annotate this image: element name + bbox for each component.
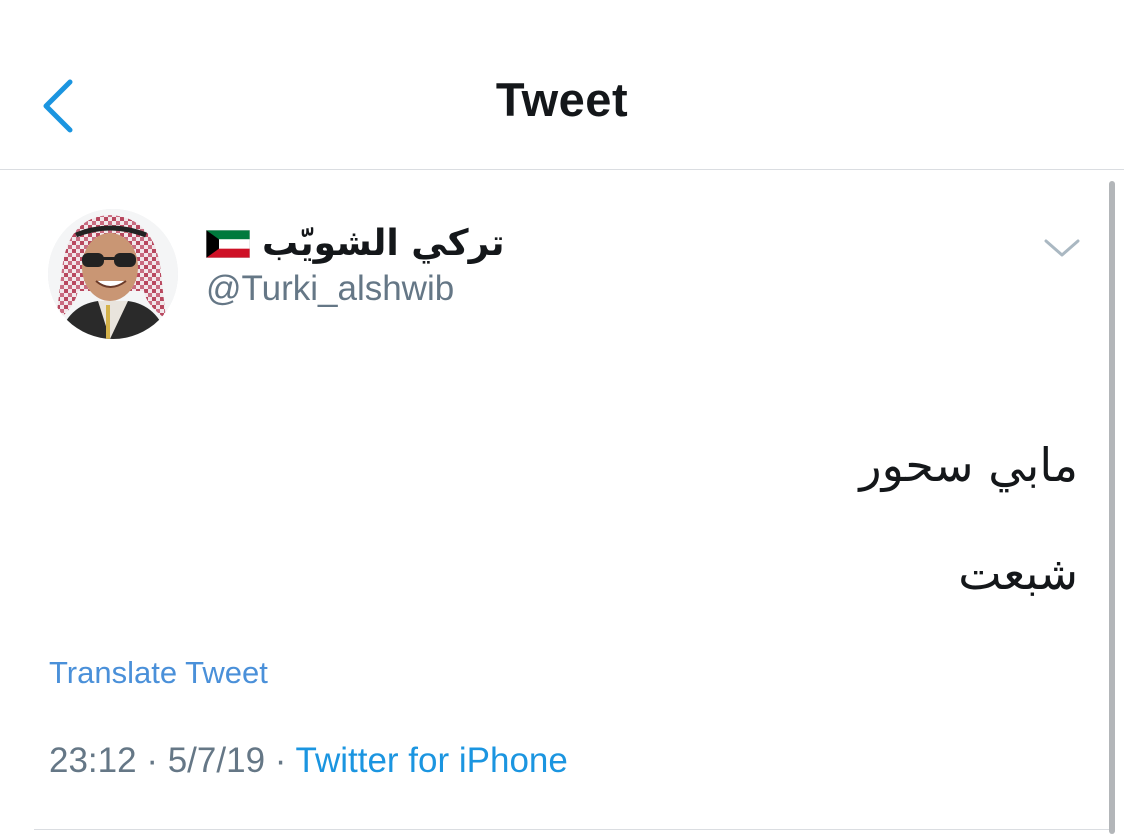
avatar[interactable] (48, 209, 178, 339)
navigation-header: Tweet (0, 0, 1124, 170)
scrollbar[interactable] (1109, 181, 1115, 834)
tweet-text-line: شبعت (958, 546, 1078, 600)
translate-tweet-link[interactable]: Translate Tweet (49, 655, 268, 691)
tweet-metadata: 23:12 · 5/7/19 · Twitter for iPhone (49, 741, 568, 781)
author-display-name: تركي الشويّب (262, 222, 505, 264)
tweet-text-line: مابي سحور (859, 438, 1078, 492)
page-title: Tweet (495, 73, 629, 126)
tweet-source-link[interactable]: Twitter for iPhone (296, 741, 568, 780)
tweet-time: 23:12 (49, 741, 137, 780)
avatar-image (48, 209, 178, 339)
tweet-card: تركي الشويّب @Turki_alshwib مابي سحور شب… (0, 171, 1124, 834)
chevron-down-icon (1044, 239, 1080, 257)
author-name-row: تركي الشويّب (206, 219, 505, 267)
tweet-options-button[interactable] (1042, 235, 1082, 261)
meta-separator: · (146, 741, 158, 780)
meta-separator: · (274, 741, 287, 780)
tweet-detail-screen: Tweet تركي الشويّب @Turki_alshwib مابي س… (0, 0, 1124, 834)
author-info[interactable]: تركي الشويّب @Turki_alshwib (206, 219, 505, 309)
author-handle: @Turki_alshwib (206, 269, 455, 308)
divider (34, 829, 1110, 830)
tweet-date: 5/7/19 (167, 741, 266, 780)
tweet-text: مابي سحور شبعت (278, 411, 1078, 627)
kuwait-flag-icon (206, 230, 250, 258)
